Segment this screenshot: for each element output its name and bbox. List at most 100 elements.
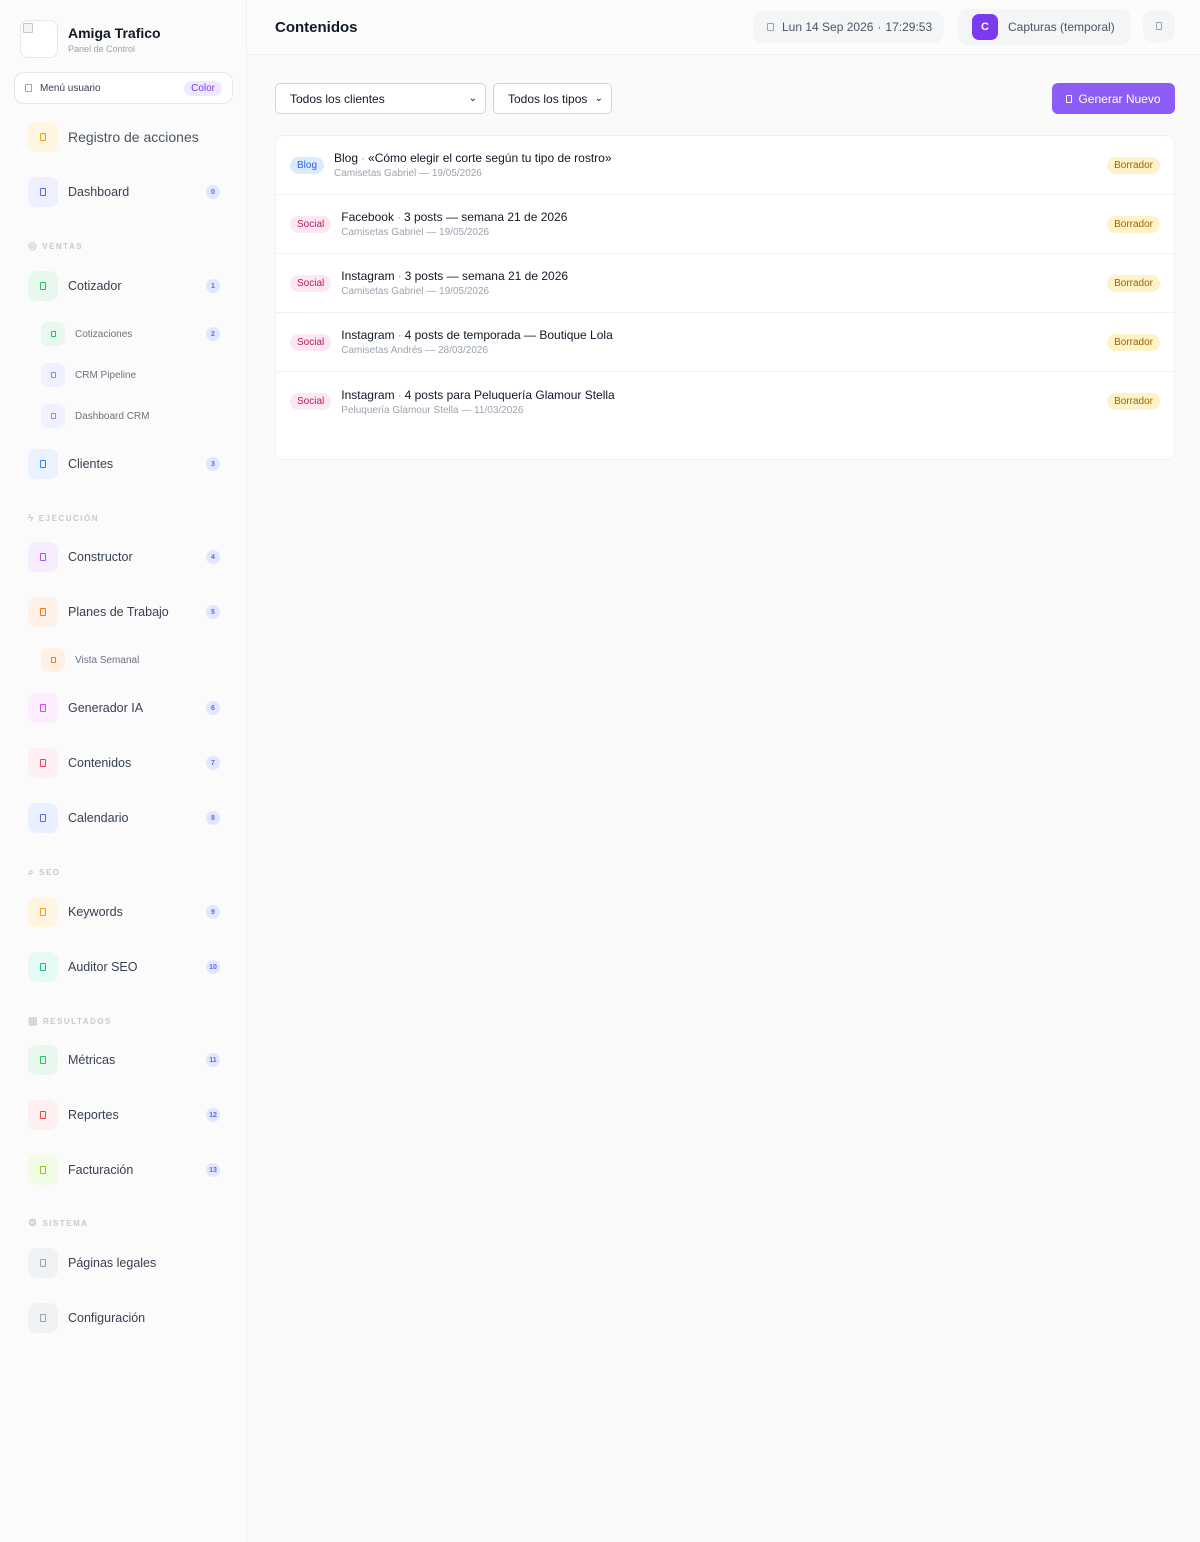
clock-icon — [767, 23, 774, 31]
color-badge[interactable]: Color — [184, 80, 222, 96]
content-meta: Peluquería Glamour Stella — 11/03/2026 — [341, 404, 524, 416]
chart-icon — [41, 404, 65, 428]
sidebar-item-vista-semanal[interactable]: Vista Semanal — [41, 648, 220, 672]
key-icon — [28, 897, 58, 927]
sidebar-item-label: Facturación — [68, 1163, 134, 1177]
brand[interactable]: Amiga Trafico Panel de Control — [20, 20, 161, 58]
content-title: 3 posts — semana 21 de 2026 — [404, 269, 569, 283]
section-heading-sistema: ⚙ SISTEMA — [28, 1218, 89, 1229]
sidebar-item-label: Calendario — [68, 811, 129, 825]
chevron-down-icon: ⌄ — [468, 93, 477, 104]
sidebar-item-label: Contenidos — [68, 756, 132, 770]
sidebar-item-label: Auditor SEO — [68, 960, 138, 974]
settings-icon — [28, 1303, 58, 1333]
current-date: Lun 14 Sep 2026 — [782, 20, 874, 34]
sidebar-item-reportes[interactable]: Reportes 12 — [28, 1100, 220, 1130]
content-meta: Camisetas Gabriel — 19/05/2026 — [341, 227, 490, 238]
content-icon — [28, 748, 58, 778]
theme-toggle-button[interactable] — [1143, 10, 1175, 42]
sidebar-item-generador[interactable]: Generador IA 6 — [28, 693, 220, 723]
client-filter-select[interactable]: Todos los clientes ⌄ — [275, 83, 486, 114]
content-meta: Camisetas Gabriel — 19/05/2026 — [334, 168, 482, 179]
audit-icon — [28, 952, 58, 982]
list-item[interactable]: Blog Blog · «Cómo elegir el corte según tu… — [276, 136, 1174, 195]
bar-chart-icon: ▥ — [28, 1016, 39, 1027]
type-badge: Blog — [290, 156, 325, 174]
sidebar-item-configuracion[interactable]: Configuración — [28, 1303, 220, 1333]
count-badge: 8 — [206, 811, 220, 825]
sidebar-item-constructor[interactable]: Constructor 4 — [28, 542, 220, 572]
chevron-down-icon: ⌄ — [594, 93, 603, 104]
list-item[interactable]: Social Instagram · 4 posts para Peluquería… — [276, 372, 1174, 431]
sidebar-item-paginas-legales[interactable]: Páginas legales — [28, 1248, 220, 1278]
count-badge: 7 — [206, 756, 220, 770]
sidebar-item-label: Registro de acciones — [68, 129, 199, 145]
generate-new-label: Generar Nuevo — [1078, 91, 1161, 106]
sidebar-item-contenidos[interactable]: Contenidos 7 — [28, 748, 220, 778]
gear-icon: ⚙ — [28, 1218, 39, 1229]
clipboard-icon — [28, 597, 58, 627]
sidebar-item-calendario[interactable]: Calendario 8 — [28, 803, 220, 833]
report-icon — [28, 1100, 58, 1130]
sidebar-item-cotizaciones[interactable]: Cotizaciones 2 — [41, 322, 220, 346]
builder-icon — [28, 542, 58, 572]
status-badge: Borrador — [1107, 274, 1160, 292]
sidebar-item-planes[interactable]: Planes de Trabajo 5 — [28, 597, 220, 627]
section-heading-ventas: ◎ VENTAS — [28, 241, 84, 252]
count-badge: 4 — [206, 550, 220, 564]
content-title: «Cómo elegir el corte según tu tipo de r… — [368, 151, 612, 165]
sidebar-item-clientes[interactable]: Clientes 3 — [28, 449, 220, 479]
type-filter-value: Todos los tipos — [508, 91, 588, 106]
sidebar-item-label: Reportes — [68, 1108, 119, 1122]
sidebar-item-label: Páginas legales — [68, 1256, 157, 1270]
status-badge: Borrador — [1107, 333, 1160, 351]
metrics-icon — [28, 1045, 58, 1075]
sidebar-item-label: Keywords — [68, 905, 123, 919]
sidebar-item-dashboard-crm[interactable]: Dashboard CRM — [41, 404, 220, 428]
count-badge: 1 — [206, 279, 220, 293]
document-icon — [41, 322, 65, 346]
separator: · — [877, 20, 882, 34]
sidebar-item-label: CRM Pipeline — [75, 369, 137, 381]
sidebar-item-label: Dashboard CRM — [75, 410, 150, 422]
workspace-selector[interactable]: C Capturas (temporal) — [958, 9, 1131, 45]
calendar-icon — [28, 803, 58, 833]
list-item[interactable]: Social Facebook · 3 posts — semana 21 de 2… — [276, 195, 1174, 254]
sidebar-item-metricas[interactable]: Métricas 11 — [28, 1045, 220, 1075]
list-item[interactable]: Social Instagram · 3 posts — semana 21 de … — [276, 254, 1174, 313]
sidebar-item-label: Constructor — [68, 550, 133, 564]
sidebar-item-dashboard[interactable]: Dashboard 0 — [28, 177, 220, 207]
history-icon — [28, 122, 58, 152]
topbar: Contenidos Lun 14 Sep 2026 · 17:29:53 C … — [247, 0, 1200, 55]
list-item[interactable]: Social Instagram · 4 posts de temporada — … — [276, 313, 1174, 372]
sidebar-item-label: Clientes — [68, 457, 114, 471]
count-badge: 5 — [206, 605, 220, 619]
date-time-display: Lun 14 Sep 2026 · 17:29:53 — [753, 11, 944, 43]
sidebar-item-cotizador[interactable]: Cotizador 1 — [28, 271, 220, 301]
count-badge: 3 — [206, 457, 220, 471]
sidebar-item-label: Generador IA — [68, 701, 144, 715]
sidebar-item-label: Métricas — [68, 1053, 116, 1067]
count-badge: 10 — [206, 960, 220, 974]
count-badge: 11 — [206, 1053, 220, 1067]
user-menu-button[interactable]: Menú usuario Color — [14, 72, 233, 104]
target-icon: ◎ — [28, 241, 39, 252]
search-icon: ⌕ — [28, 867, 36, 878]
user-icon — [25, 84, 32, 92]
channel-label: Instagram — [341, 269, 395, 283]
section-heading-resultados: ▥ RESULTADOS — [28, 1016, 112, 1027]
sidebar-item-auditor-seo[interactable]: Auditor SEO 10 — [28, 952, 220, 982]
week-icon — [41, 648, 65, 672]
count-badge: 13 — [206, 1163, 220, 1177]
sidebar-item-registro[interactable]: Registro de acciones — [28, 122, 220, 152]
sidebar-item-label: Configuración — [68, 1311, 146, 1325]
sidebar-item-crm-pipeline[interactable]: CRM Pipeline — [41, 363, 220, 387]
sidebar-item-label: Vista Semanal — [75, 654, 140, 666]
section-heading-seo: ⌕ SEO — [28, 867, 61, 878]
status-badge: Borrador — [1107, 393, 1160, 410]
sidebar-item-facturacion[interactable]: Facturación 13 — [28, 1155, 220, 1185]
generate-new-button[interactable]: Generar Nuevo — [1052, 83, 1175, 114]
type-filter-select[interactable]: Todos los tipos ⌄ — [493, 83, 612, 114]
sidebar-item-keywords[interactable]: Keywords 9 — [28, 897, 220, 927]
count-badge: 2 — [206, 327, 220, 341]
